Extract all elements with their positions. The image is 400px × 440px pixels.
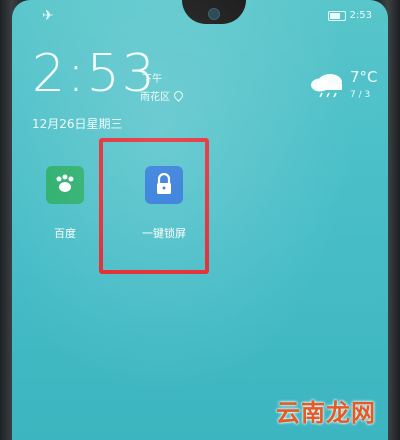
- lockscreen-date: 12月26日星期三: [32, 117, 123, 131]
- lockscreen-clock: 2:53: [32, 44, 157, 104]
- location-label: 雨花区: [140, 88, 185, 103]
- display-notch: [182, 0, 246, 24]
- app-baidu-tile[interactable]: [46, 166, 84, 204]
- status-bar-right: 2:53: [327, 10, 372, 21]
- paw-icon: [56, 174, 74, 192]
- front-camera: [208, 8, 220, 20]
- app-baidu-label: 百度: [54, 227, 76, 240]
- status-bar-left: ✈: [42, 8, 54, 24]
- phone-screen: ✈ 2:53 2:53 下午 雨花区 12月26日星期三 7°C 7 / 3 百…: [12, 0, 388, 440]
- status-time: 2:53: [349, 10, 372, 21]
- watermark-logo: 云南龙网: [276, 399, 376, 427]
- airplane-icon: ✈: [42, 8, 54, 24]
- location-pin-icon: [172, 89, 185, 102]
- battery-icon: [327, 10, 346, 21]
- app-baidu[interactable]: 百度: [25, 166, 105, 241]
- red-highlight-box: [99, 138, 209, 274]
- temperature: 7°C: [350, 68, 378, 86]
- ampm-label: 下午: [142, 74, 162, 85]
- temperature-range: 7 / 3: [350, 90, 371, 100]
- district-name: 雨花区: [140, 92, 170, 103]
- cloudy-rain-icon: [311, 74, 342, 98]
